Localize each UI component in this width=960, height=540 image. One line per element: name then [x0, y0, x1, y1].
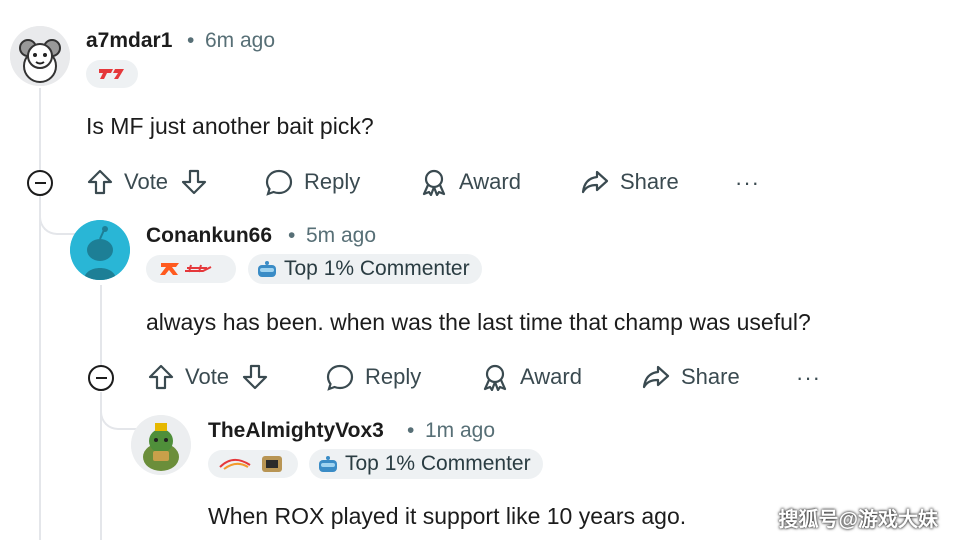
fnatic-team-logo — [160, 263, 212, 275]
username[interactable]: a7mdar1 — [86, 29, 172, 53]
share-label: Share — [681, 364, 740, 389]
comment-body: Is MF just another bait pick? — [86, 113, 374, 139]
user-flair — [208, 450, 298, 478]
comment-separator: • — [288, 224, 296, 247]
thread-line-level-1 — [39, 88, 41, 170]
timestamp[interactable]: 5m ago — [306, 224, 376, 248]
avatar[interactable] — [10, 26, 70, 86]
collapse-button[interactable] — [27, 170, 53, 196]
thread-connector — [39, 205, 75, 235]
cake-icon — [319, 456, 337, 472]
thread-connector — [100, 400, 136, 430]
speech-bubble-icon — [326, 364, 354, 391]
top-commenter-badge: Top 1% Commenter — [309, 449, 543, 479]
comment-separator: • — [187, 29, 195, 52]
award-label: Award — [459, 169, 521, 194]
timestamp[interactable]: 1m ago — [425, 419, 495, 443]
watermark: 搜狐号@游戏大妹 — [778, 509, 938, 531]
vote-label: Vote — [185, 364, 230, 389]
award-icon — [483, 364, 507, 391]
reply-button[interactable]: Reply — [325, 363, 421, 391]
upvote-icon[interactable] — [147, 363, 175, 391]
more-options-button[interactable]: ··· — [735, 170, 760, 196]
comment-separator: • — [407, 419, 415, 442]
avatar[interactable] — [70, 220, 130, 280]
share-icon — [581, 170, 609, 194]
thread-line-level-2 — [100, 285, 102, 365]
badge-label: Top 1% Commenter — [345, 452, 531, 475]
cake-icon — [258, 261, 276, 277]
avatar[interactable] — [131, 415, 191, 475]
speech-bubble-icon — [265, 169, 293, 196]
share-label: Share — [620, 169, 679, 194]
comment-body: always has been. when was the last time … — [146, 309, 811, 335]
collapse-button[interactable] — [88, 365, 114, 391]
award-icon — [422, 169, 446, 196]
award-button[interactable]: Award — [480, 363, 582, 391]
gen-g-team-logo — [219, 456, 282, 472]
award-label: Award — [520, 364, 582, 389]
vote-group: Vote — [147, 363, 279, 391]
badge-label: Top 1% Commenter — [284, 257, 470, 280]
more-options-button[interactable]: ··· — [796, 365, 821, 391]
comment-body: When ROX played it support like 10 years… — [208, 503, 687, 529]
share-button[interactable]: Share — [641, 363, 740, 391]
upvote-icon[interactable] — [86, 168, 114, 196]
username[interactable]: Conankun66 — [146, 224, 272, 248]
user-flair — [146, 255, 236, 283]
timestamp[interactable]: 6m ago — [205, 29, 275, 53]
award-button[interactable]: Award — [419, 168, 521, 196]
reply-button[interactable]: Reply — [264, 168, 360, 196]
top-commenter-badge: Top 1% Commenter — [248, 254, 482, 284]
username[interactable]: TheAlmightyVox3 — [208, 419, 384, 443]
t1-team-logo — [99, 69, 124, 79]
user-flair — [86, 60, 138, 88]
reply-label: Reply — [304, 169, 361, 194]
reply-label: Reply — [365, 364, 422, 389]
thread-line-level-1-lower — [39, 196, 41, 540]
vote-group: Vote — [86, 168, 218, 196]
vote-label: Vote — [124, 169, 169, 194]
downvote-icon[interactable] — [180, 168, 208, 196]
downvote-icon[interactable] — [241, 363, 269, 391]
share-icon — [642, 365, 670, 389]
share-button[interactable]: Share — [580, 168, 679, 196]
